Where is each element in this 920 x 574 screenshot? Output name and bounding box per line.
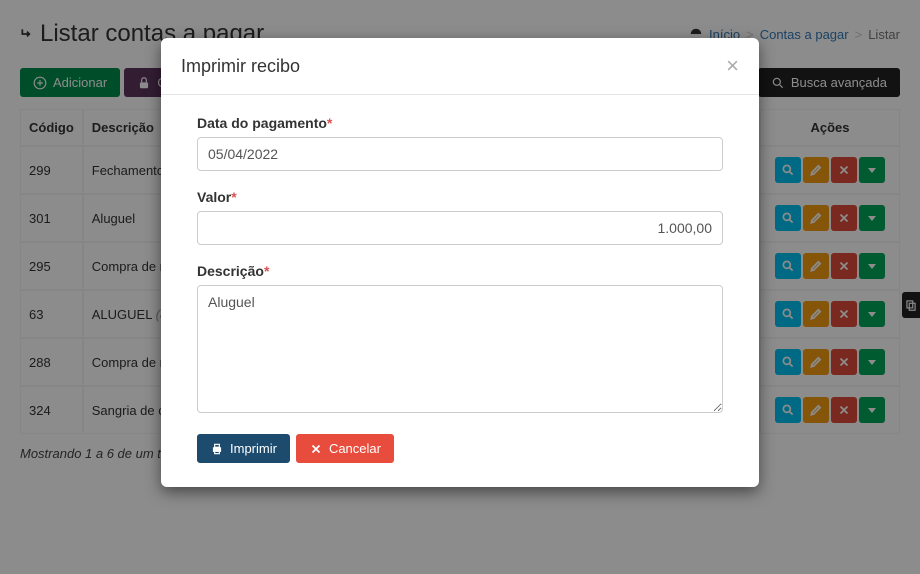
print-icon — [210, 442, 224, 456]
print-receipt-modal: Imprimir recibo × Data do pagamento* Val… — [161, 38, 759, 487]
x-icon — [309, 442, 323, 456]
description-textarea[interactable] — [197, 285, 723, 413]
payment-date-label: Data do pagamento* — [197, 115, 723, 131]
amount-label: Valor* — [197, 189, 723, 205]
description-label: Descrição* — [197, 263, 723, 279]
print-button[interactable]: Imprimir — [197, 434, 290, 463]
cancel-button[interactable]: Cancelar — [296, 434, 394, 463]
modal-title: Imprimir recibo — [181, 56, 300, 77]
close-icon[interactable]: × — [726, 53, 739, 79]
payment-date-input[interactable] — [197, 137, 723, 171]
amount-input[interactable] — [197, 211, 723, 245]
